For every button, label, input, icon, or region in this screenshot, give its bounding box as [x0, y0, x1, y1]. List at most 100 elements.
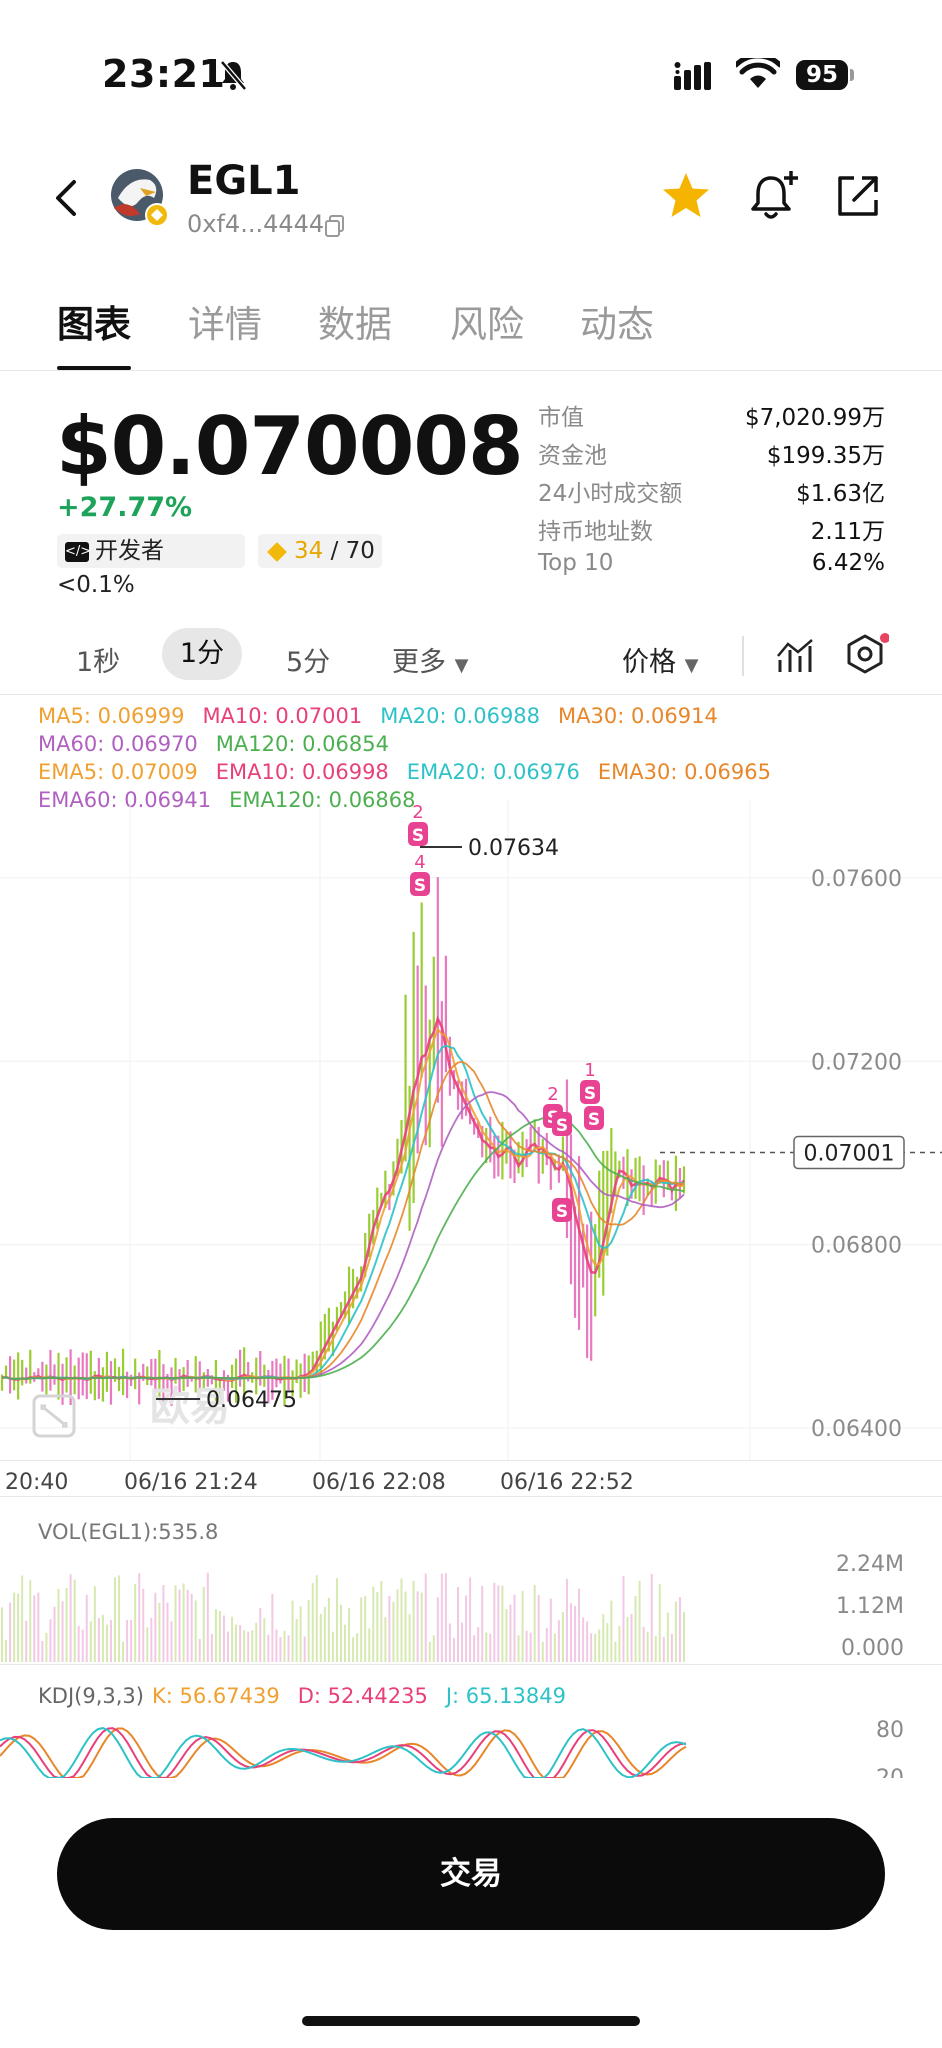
legend-ma5: MA5: 0.06999: [38, 704, 185, 728]
code-icon: </>: [65, 541, 91, 562]
holders-total: / 70: [330, 538, 375, 564]
chart-settings-icon[interactable]: [843, 632, 889, 678]
kdj-line: [0, 1727, 687, 1778]
battery-tip: [850, 69, 854, 81]
legend-ema5: EMA5: 0.07009: [38, 760, 198, 784]
ema-legend-row-1: EMA5: 0.07009 EMA10: 0.06998 EMA20: 0.0697…: [38, 760, 789, 784]
kdj-k: K: 56.67439: [151, 1684, 280, 1708]
tab-activity[interactable]: 动态: [580, 294, 654, 348]
stat-value-liquidity: $199.35万: [766, 443, 885, 469]
legend-ma60: MA60: 0.06970: [38, 732, 198, 756]
cellular-signal-icon: [674, 62, 711, 90]
candles: [0, 877, 686, 1407]
kdj-label: KDJ(9,3,3): [38, 1684, 144, 1708]
kdj-j: J: 65.13849: [445, 1684, 566, 1708]
y-tick-2: 0.06800: [811, 1234, 902, 1259]
high-marker-label: 0.07634: [468, 836, 559, 861]
stat-label-top10: Top 10: [538, 550, 614, 576]
sell-signal-label: S: [584, 1084, 596, 1104]
stat-label-liquidity: 资金池: [538, 443, 607, 469]
chart-time-divider-bottom: [0, 1496, 942, 1497]
sell-signal-label: S: [556, 1202, 568, 1222]
interval-1m[interactable]: 1分: [162, 628, 242, 680]
sell-signal-count: 2: [547, 1084, 558, 1105]
token-name: EGL1: [187, 158, 301, 204]
bnb-icon: [267, 541, 287, 562]
chart-grid: [0, 800, 942, 1460]
time-label-0: 20:40: [5, 1470, 69, 1495]
legend-ma120: MA120: 0.06854: [215, 732, 389, 756]
ma-legend-row-2: MA60: 0.06970 MA120: 0.06854: [38, 732, 407, 756]
volume-label: VOL(EGL1):535.8: [38, 1520, 219, 1544]
interval-more[interactable]: 更多 ▼: [392, 640, 468, 679]
trade-button[interactable]: 交易: [57, 1818, 885, 1930]
price-change: +27.77%: [57, 492, 193, 523]
back-chevron-icon[interactable]: [52, 178, 80, 218]
indicator-chart-icon[interactable]: [776, 638, 816, 674]
legend-ema30: EMA30: 0.06965: [597, 760, 771, 784]
kdj-chart: [0, 1727, 687, 1778]
stat-label-holders: 持币地址数: [538, 519, 653, 545]
chart-time-divider-top: [0, 1460, 942, 1461]
sell-signal-count: 2: [412, 802, 423, 823]
tab-details[interactable]: 详情: [188, 294, 262, 348]
interval-5m[interactable]: 5分: [286, 640, 330, 679]
current-price-tag-label: 0.07001: [804, 1141, 895, 1166]
developer-badge[interactable]: </> 开发者 <0.1%: [57, 534, 245, 598]
tab-chart[interactable]: 图表: [57, 294, 131, 348]
y-tick-0: 0.07600: [811, 867, 902, 892]
price-type-label: 价格: [622, 647, 676, 678]
tab-risk[interactable]: 风险: [450, 294, 524, 348]
interval-more-label: 更多: [392, 647, 446, 678]
kdj-legend: KDJ(9,3,3) K: 56.67439 D: 52.44235 J: 65.13…: [38, 1684, 584, 1708]
holders-count: 34: [294, 538, 324, 564]
bell-muted-icon: [220, 60, 247, 91]
tab-data[interactable]: 数据: [318, 294, 392, 348]
holders-badge[interactable]: 34 / 70: [258, 534, 382, 568]
token-address: 0xf4...4444: [187, 210, 325, 238]
share-icon[interactable]: [834, 172, 882, 220]
battery-level: 95: [796, 60, 848, 90]
caret-down-icon: ▼: [684, 655, 699, 676]
wifi-icon: [736, 58, 780, 88]
stat-label-market-cap: 市值: [538, 405, 584, 431]
copy-icon[interactable]: [324, 214, 346, 238]
price-chart[interactable]: S2S4S2SS1SS 欧易 0.07600 0.07200 0.06800 0…: [0, 800, 942, 1460]
interval-divider: [0, 694, 942, 695]
kdj-line: [0, 1727, 687, 1778]
time-label-2: 06/16 22:08: [312, 1470, 446, 1495]
home-indicator: [302, 2016, 640, 2026]
token-avatar: [111, 169, 169, 227]
stat-value-top10: 6.42%: [811, 550, 885, 576]
volume-tick-0: 2.24M: [836, 1552, 904, 1577]
time-label-1: 06/16 21:24: [124, 1470, 258, 1495]
kdj-tick-0: 80: [876, 1718, 904, 1743]
legend-ma20: MA20: 0.06988: [380, 704, 541, 728]
legend-ma30: MA30: 0.06914: [558, 704, 718, 728]
stat-label-24h-volume: 24小时成交额: [538, 481, 683, 507]
sell-signal-label: S: [412, 826, 424, 846]
sell-signal-count: 1: [584, 1060, 595, 1081]
kdj-line: [0, 1727, 687, 1778]
y-tick-1: 0.07200: [811, 1050, 902, 1075]
favorite-star-icon[interactable]: [660, 170, 712, 222]
ma-lines: [1, 1015, 685, 1382]
price-type-select[interactable]: 价格 ▼: [622, 640, 698, 679]
legend-ema20: EMA20: 0.06976: [406, 760, 580, 784]
legend-ma10: MA10: 0.07001: [202, 704, 363, 728]
volume-tick-2: 0.000: [841, 1636, 904, 1661]
current-price: $0.070008: [56, 400, 524, 493]
volume-tick-1: 1.12M: [836, 1594, 904, 1619]
fullscreen-icon[interactable]: [32, 1394, 76, 1438]
interval-1s[interactable]: 1秒: [76, 640, 120, 679]
stat-value-market-cap: $7,020.99万: [744, 405, 885, 431]
sell-signal-label: S: [588, 1110, 600, 1130]
stat-value-24h-volume: $1.63亿: [796, 481, 885, 507]
ma-line: [1, 1116, 685, 1380]
price-alert-bell-icon[interactable]: [745, 168, 803, 224]
sell-signal-label: S: [556, 1116, 568, 1136]
ma-legend-row-1: MA5: 0.06999 MA10: 0.07001 MA20: 0.06988 MA…: [38, 704, 736, 728]
low-marker-label: 0.06475: [206, 1388, 297, 1413]
volume-divider: [0, 1664, 942, 1665]
status-time: 23:21: [102, 52, 226, 96]
